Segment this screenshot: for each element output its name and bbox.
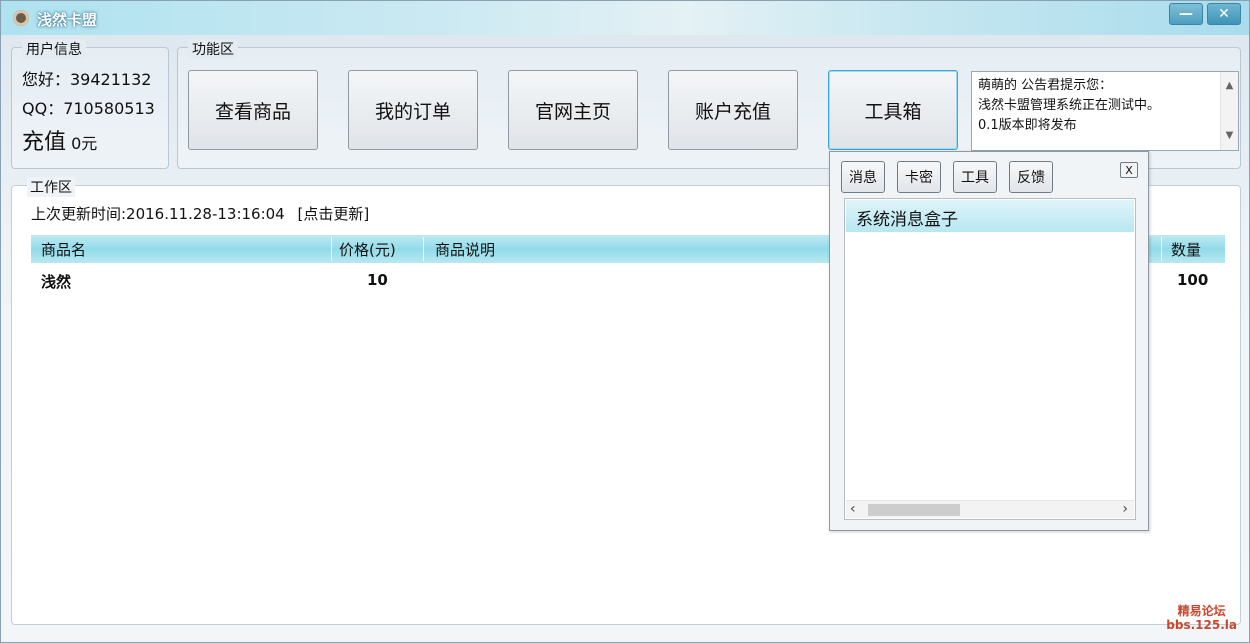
close-icon: X (1125, 163, 1133, 177)
tab-tools[interactable]: 工具 (953, 161, 997, 193)
column-header-desc[interactable]: 商品说明 (435, 239, 495, 260)
cell-product-name: 浅然 (41, 273, 72, 291)
notice-line: 萌萌的 公告君提示您： (978, 78, 1113, 93)
notice-scrollbar[interactable]: ▲ ▼ (1220, 72, 1238, 150)
chevron-left-icon[interactable]: ‹ (850, 501, 856, 517)
recharge-label: 充值 (22, 130, 67, 155)
column-header-price[interactable]: 价格(元) (339, 239, 396, 260)
user-info-legend: 用户信息 (22, 39, 86, 59)
account-recharge-button[interactable]: 账户充值 (668, 70, 798, 150)
toolbox-popup: 消息 卡密 工具 反馈 X 系统消息盒子 ‹ › (829, 151, 1149, 531)
window-title: 浅然卡盟 (37, 11, 98, 29)
chevron-down-icon[interactable]: ▼ (1226, 126, 1234, 146)
list-horizontal-scrollbar[interactable]: ‹ › (846, 500, 1134, 518)
update-status: 上次更新时间:2016.11.28-13:16:04 [点击更新] (31, 203, 369, 224)
view-products-button[interactable]: 查看商品 (188, 70, 318, 150)
toolbox-close-button[interactable]: X (1120, 162, 1138, 178)
main-window: 浅然卡盟 — ✕ 用户信息 您好：39421132 QQ：710580513 充… (0, 0, 1250, 643)
column-header-name[interactable]: 商品名 (41, 239, 86, 260)
watermark-line1: 精易论坛 (1177, 604, 1226, 618)
chevron-right-icon[interactable]: › (1122, 501, 1128, 517)
forum-watermark: 精易论坛 bbs.125.la (1166, 604, 1237, 632)
user-greeting: 您好：39421132 (22, 70, 152, 89)
tab-messages[interactable]: 消息 (841, 161, 885, 193)
user-qq: QQ：710580513 (22, 99, 155, 118)
notice-box[interactable]: 萌萌的 公告君提示您： 浅然卡盟管理系统正在测试中。 0.1版本即将发布 ▲ ▼ (971, 71, 1239, 151)
chevron-up-icon[interactable]: ▲ (1226, 76, 1234, 96)
my-orders-button[interactable]: 我的订单 (348, 70, 478, 150)
close-button[interactable]: ✕ (1207, 3, 1241, 25)
update-time: 上次更新时间:2016.11.28-13:16:04 (31, 205, 285, 223)
toolbox-button[interactable]: 工具箱 (828, 70, 958, 150)
function-area-legend: 功能区 (188, 39, 238, 59)
user-info-group: 用户信息 您好：39421132 QQ：710580513 充值 0元 (11, 39, 169, 169)
notice-line: 浅然卡盟管理系统正在测试中。 (978, 98, 1161, 113)
tab-card-keys[interactable]: 卡密 (897, 161, 941, 193)
watermark-line2: bbs.125.la (1166, 618, 1237, 632)
cell-qty: 100 (1177, 271, 1209, 289)
refresh-link[interactable]: [点击更新] (298, 205, 370, 223)
close-icon: ✕ (1218, 6, 1230, 22)
official-site-button[interactable]: 官网主页 (508, 70, 638, 150)
minimize-icon: — (1179, 6, 1193, 22)
cell-price: 10 (367, 271, 388, 289)
notice-line: 0.1版本即将发布 (978, 118, 1077, 133)
title-bar[interactable]: 浅然卡盟 — ✕ (1, 1, 1249, 35)
list-item[interactable]: 系统消息盒子 (846, 200, 1134, 232)
minimize-button[interactable]: — (1169, 3, 1203, 25)
recharge-line: 充值 0元 (22, 124, 97, 156)
scroll-thumb[interactable] (868, 504, 960, 516)
work-area-legend: 工作区 (27, 177, 75, 197)
app-logo-icon (13, 10, 29, 26)
tab-feedback[interactable]: 反馈 (1009, 161, 1053, 193)
column-header-qty[interactable]: 数量 (1171, 239, 1201, 260)
recharge-value: 0元 (71, 134, 98, 153)
message-list[interactable]: 系统消息盒子 ‹ › (844, 198, 1136, 520)
